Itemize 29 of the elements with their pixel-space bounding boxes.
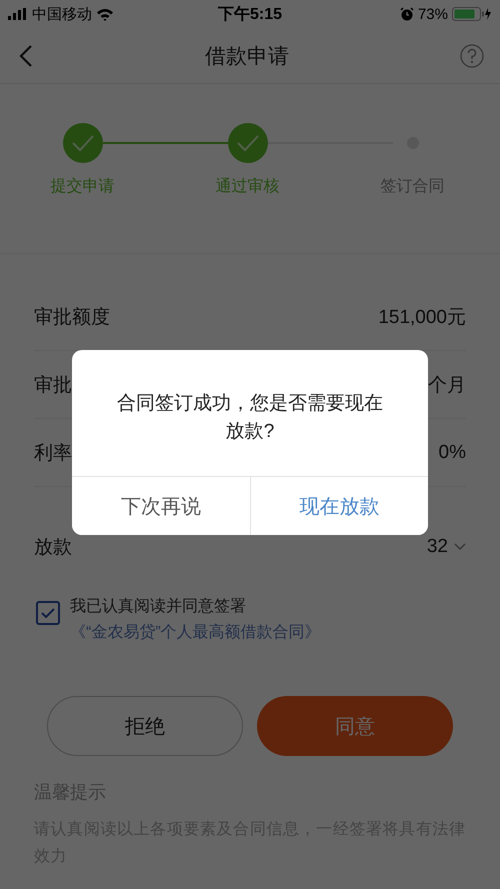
step-label: 提交申请 — [50, 176, 114, 197]
reject-button[interactable]: 拒绝 — [47, 696, 243, 756]
battery-icon — [452, 7, 492, 21]
page-title: 借款申请 — [205, 44, 289, 70]
row-value: 个月 — [428, 374, 466, 398]
row-label: 利率 — [34, 442, 72, 466]
carrier-name: 中国移动 — [32, 4, 92, 24]
row-value: 0% — [438, 442, 466, 464]
help-button[interactable] — [460, 44, 484, 68]
agreement-text: 我已认真阅读并同意签署 《“金农易贷”个人最高额借款合同》 — [70, 596, 322, 643]
signal-icon — [8, 8, 28, 20]
battery-percent: 73% — [418, 6, 448, 22]
row-label: 审批额度 — [34, 306, 110, 330]
agree-checkbox[interactable] — [36, 601, 60, 625]
clock-time: 下午5:15 — [218, 4, 282, 24]
row-value: 151,000元 — [378, 306, 466, 330]
step-label: 通过审核 — [216, 176, 280, 197]
agree-button[interactable]: 同意 — [257, 696, 453, 756]
checkmark-icon — [41, 608, 55, 618]
contract-link[interactable]: 《“金农易贷”个人最高额借款合同》 — [70, 624, 321, 641]
dialog-message: 合同签订成功，您是否需要现在放款? — [116, 392, 384, 444]
back-button[interactable] — [18, 44, 34, 68]
alarm-icon — [400, 7, 414, 21]
chevron-down-icon[interactable] — [454, 542, 466, 550]
row-label: 审批 — [34, 374, 72, 398]
wifi-icon — [96, 8, 114, 20]
row-value: 32 — [426, 536, 448, 558]
row-label: 放款 — [34, 536, 72, 560]
release-now-button[interactable]: 现在放款 — [250, 477, 428, 535]
